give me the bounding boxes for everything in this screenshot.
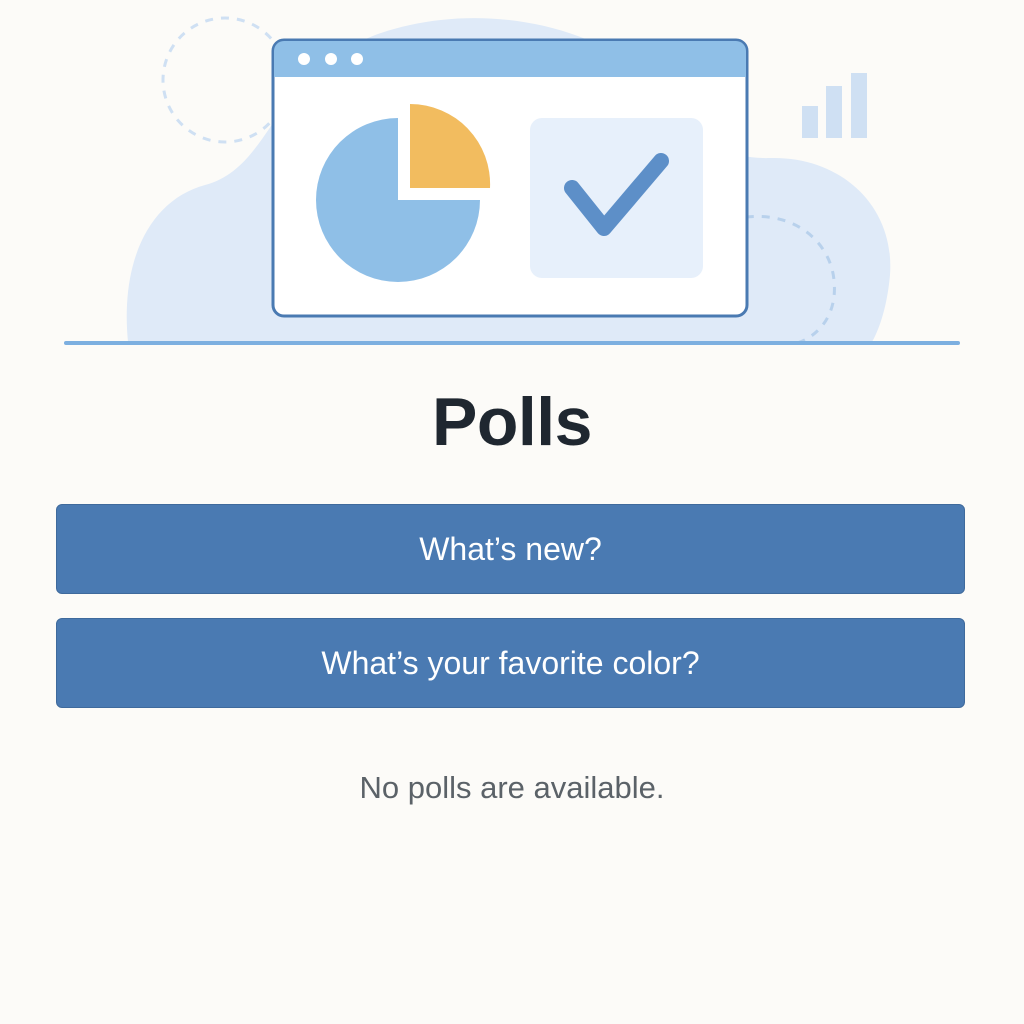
window-dot-1 — [298, 53, 310, 65]
window-dot-2 — [325, 53, 337, 65]
polls-illustration — [64, 16, 960, 347]
decorative-dashed-circle-left — [161, 16, 289, 144]
poll-button-whats-new[interactable]: What’s new? — [56, 504, 965, 594]
page-title: Polls — [432, 384, 593, 460]
poll-button-favorite-color[interactable]: What’s your favorite color? — [56, 618, 965, 708]
check-panel — [530, 118, 703, 278]
polls-page: Polls What’s new? What’s your favorite c… — [0, 0, 1024, 1024]
browser-title-bar — [274, 41, 746, 77]
window-dot-3 — [351, 53, 363, 65]
empty-state-message: No polls are available. — [359, 770, 665, 805]
bar-chart-icon — [802, 73, 867, 138]
